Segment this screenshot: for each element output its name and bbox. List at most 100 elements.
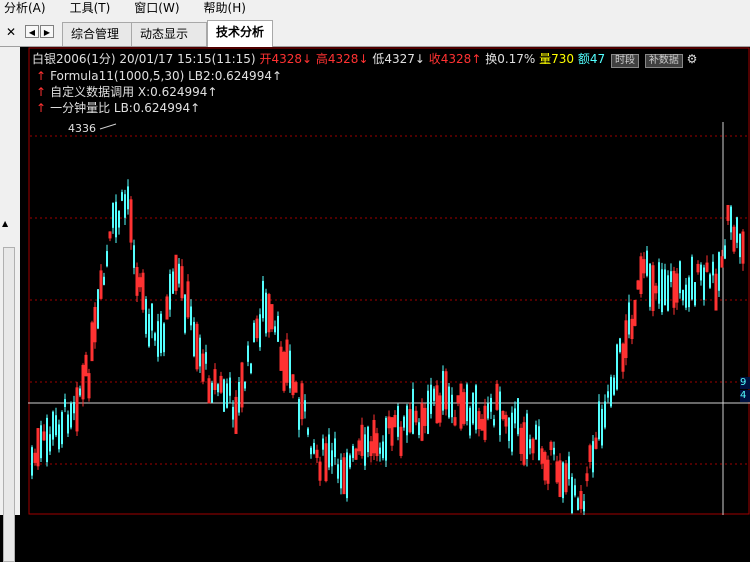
candle-body [493,419,495,426]
candle-body [313,442,315,454]
right-axis-tag: 9 [740,377,750,389]
candle-body [487,403,489,419]
candle-body [190,306,192,326]
up-arrow-icon: ↑ [190,101,201,115]
candle-body [646,250,648,276]
candle-body [148,314,150,347]
close-icon[interactable]: ✕ [3,24,19,40]
candle-body [217,384,219,393]
candle-body [562,462,564,499]
candle-body [397,406,399,437]
candle-body [694,282,696,306]
datetime-label: 20/01/17 15:15(11:15) [119,52,256,66]
candle-body [577,498,579,511]
candle-body [514,408,516,424]
candle-body [469,407,471,436]
candle-body [145,299,147,334]
candle-body [724,245,726,259]
menu-analysis[interactable]: 分析(A) [0,0,52,17]
candle-body [517,398,519,435]
candle-body [568,456,570,480]
candle-body [664,269,666,306]
candle-body [619,338,621,352]
candle-body [649,263,651,307]
candle-body [604,401,606,428]
candle-body [127,186,129,210]
turnover-label: 换0.17% [485,52,536,66]
candle-body [718,252,720,291]
candle-body [103,276,105,285]
candle-body [730,206,732,233]
tab-scroll-left-icon[interactable]: ◀ [25,25,39,38]
candle-body [430,384,432,414]
candle-body [253,322,255,342]
candle-body [178,263,180,284]
kline-chart[interactable] [28,47,750,515]
formula-line-1[interactable]: ↑ Formula11(1000,5,30) LB2:0.624994↑ [36,68,282,84]
candle-body [70,403,72,428]
symbol-label: 白银2006(1分) [32,52,116,66]
formula-line-2[interactable]: ↑ 自定义数据调用 X:0.624994↑ [36,84,217,100]
chart-area[interactable]: 白银2006(1分) 20/01/17 15:15(11:15) 开4328↓ … [28,47,750,515]
candle-body [340,459,342,489]
fill-data-button[interactable]: 补数据 [644,54,683,68]
high-label: 高4328 [315,52,359,66]
panel-grip-icon[interactable]: ▲ [2,219,8,228]
candle-body [661,269,663,313]
candle-body [616,344,618,390]
candle-body [73,401,75,414]
candle-body [328,434,330,468]
candle-body [322,438,324,450]
candle-body [61,412,63,445]
candle-body [307,428,309,435]
candle-body [298,398,300,430]
menu-tools[interactable]: 工具(T) [66,0,117,17]
tab-scroll-right-icon[interactable]: ▶ [40,25,54,38]
candle-body [160,313,162,353]
candle-body [106,251,108,267]
candle-body [490,397,492,412]
down-arrow-icon: ↓ [414,52,425,66]
candle-body [712,261,714,276]
candle-body [691,256,693,300]
settings-icon[interactable]: ⚙ [687,52,698,66]
candle-body [703,267,705,300]
candle-body [232,406,234,420]
candle-body [205,352,207,364]
tab-overview[interactable]: 综合管理 [62,22,132,46]
candle-body [379,447,381,454]
candle-body [670,271,672,282]
candle-body [67,414,69,434]
candle-body [346,452,348,499]
period-button[interactable]: 时段 [611,54,639,68]
candle-body [739,233,741,258]
candle-body [403,416,405,428]
up-arrow-icon: ↑ [271,69,283,83]
candle-body [337,464,339,479]
candle-body [64,399,66,407]
candle-body [250,363,252,374]
quote-info-bar: 白银2006(1分) 20/01/17 15:15(11:15) 开4328↓ … [32,51,698,68]
candle-body [199,337,201,367]
candle-body [184,294,186,333]
left-panel-strip: ▲ [0,47,20,562]
candle-body [442,371,444,411]
candle-body [265,292,267,334]
menu-window[interactable]: 窗口(W) [130,0,185,17]
candle-body [610,376,612,407]
candle-body [31,447,33,476]
candle-body [124,194,126,218]
candle-body [193,321,195,357]
candle-body [499,391,501,436]
tab-dynamic-board[interactable]: 动态显示牌 [131,22,207,63]
candle-body [427,390,429,434]
menu-help[interactable]: 帮助(H) [200,0,252,17]
formula-line-3[interactable]: ↑ 一分钟量比 LB:0.624994↑ [36,100,200,116]
candle-body [247,345,249,362]
candle-body [628,302,630,335]
tab-bar: ✕ ◀ ▶ 综合管理 动态显示牌 技术分析 [0,17,750,63]
tab-technical-analysis[interactable]: 技术分析 [207,20,273,47]
candle-body [667,275,669,311]
candle-body [685,284,687,308]
candle-body [451,394,453,418]
